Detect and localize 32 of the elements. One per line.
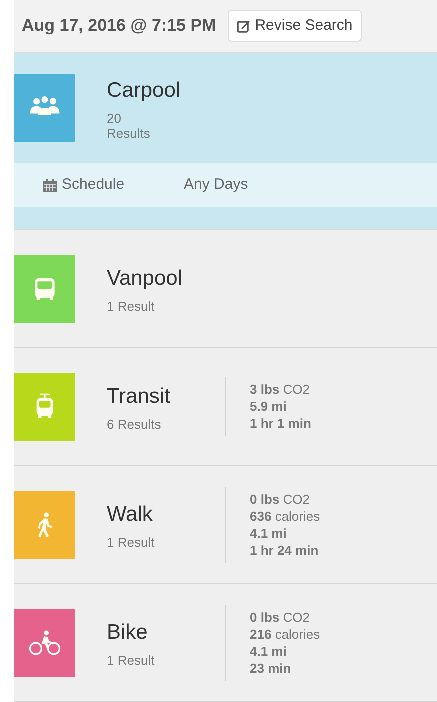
trip-stat: 1 hr 1 min (250, 415, 312, 432)
schedule-value: Any Days (184, 174, 248, 195)
mode-row[interactable]: Bike 1 Result 0 lbs CO2 216 calories 4.1 mi 23 min (14, 584, 437, 701)
mode-row[interactable]: Walk 1 Result 0 lbs CO2 636 calories 4.1 mi 1 hr 24 min (14, 466, 437, 583)
mode-title: Transit (107, 384, 172, 410)
mode-title: Carpool (107, 78, 182, 104)
result-count: 1 Result (107, 534, 156, 550)
trip-stat: 3 lbs CO2 (250, 381, 311, 398)
result-count: 6 Results (107, 416, 162, 432)
trip-stat: 0 lbs CO2 (250, 608, 311, 626)
calendar-icon (42, 178, 58, 192)
mode-row[interactable]: Vanpool 1 Result (14, 230, 437, 347)
mode-row-expanded[interactable]: Carpool 20 Results (14, 53, 437, 163)
trip-stat: 0 lbs CO2 (250, 490, 311, 508)
trip-stat: 4.1 mi (250, 642, 288, 660)
revise-search-button[interactable]: Revise Search (228, 10, 362, 42)
trip-stat: 636 calories (250, 508, 320, 524)
edit-icon (237, 19, 252, 33)
search-datetime: Aug 17, 2016 @ 7:15 PM (22, 15, 216, 38)
trip-stat: 4.1 mi (250, 524, 288, 542)
trip-stat: 1 hr 24 min (250, 542, 320, 558)
trip-stat: 23 min (250, 660, 292, 676)
result-count: 1 Result (107, 652, 156, 668)
mode-title: Vanpool (107, 266, 184, 292)
schedule-label: Schedule (62, 174, 126, 195)
mode-title: Walk (107, 502, 154, 528)
trip-stat: 216 calories (250, 626, 320, 642)
mode-title: Bike (107, 620, 149, 646)
result-count: 20 Results (107, 110, 152, 141)
mode-row[interactable]: Transit 6 Results 3 lbs CO2 5.9 mi 1 hr 1 min (14, 348, 437, 465)
trip-stat: 5.9 mi (250, 398, 288, 415)
result-count: 1 Result (107, 298, 156, 314)
